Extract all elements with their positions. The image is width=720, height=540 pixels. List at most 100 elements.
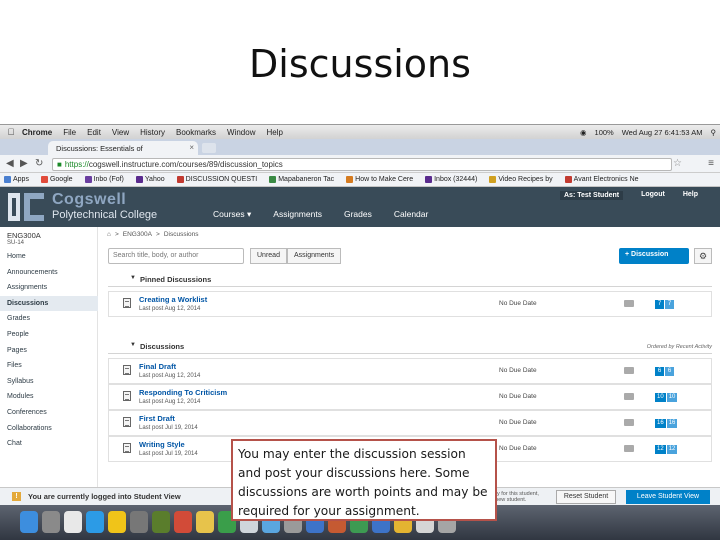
slide-title: Discussions xyxy=(249,42,471,86)
sidebar-list: Home Announcements Assignments Discussio… xyxy=(0,249,98,452)
back-icon[interactable]: ◀ xyxy=(6,158,14,169)
brand-name: Cogswell xyxy=(52,191,127,208)
wifi-icon[interactable]: ◉ xyxy=(580,128,587,137)
nav-assignments[interactable]: Assignments xyxy=(273,209,322,220)
current-user[interactable]: As: Test Student xyxy=(560,191,624,200)
discussion-row[interactable]: Creating a Worklist Last post Aug 12, 20… xyxy=(108,291,712,317)
menu-window[interactable]: Window xyxy=(227,128,255,137)
photos-icon[interactable] xyxy=(130,511,148,533)
nav-courses[interactable]: Courses ▾ xyxy=(213,209,251,220)
discussion-row[interactable]: Responding To Criticism Last post Aug 12… xyxy=(108,384,712,410)
launchpad-icon[interactable] xyxy=(42,511,60,533)
discussion-title[interactable]: First Draft xyxy=(139,414,175,423)
close-tab-icon[interactable]: × xyxy=(189,143,194,152)
apple-icon[interactable]:  xyxy=(0,127,22,137)
bookmark-discussion[interactable]: DISCUSSION QUESTI xyxy=(176,176,257,183)
tab-title: Discussions: Essentials of xyxy=(56,144,143,153)
discussion-row[interactable]: First Draft Last post Jul 19, 2014 No Du… xyxy=(108,410,712,436)
new-tab-button[interactable] xyxy=(202,143,216,153)
document-icon xyxy=(123,298,131,308)
sidebar-item-discussions[interactable]: Discussions xyxy=(0,295,98,312)
discussion-row[interactable]: Final Draft Last post Aug 12, 2014 No Du… xyxy=(108,358,712,384)
menu-bookmarks[interactable]: Bookmarks xyxy=(176,128,216,137)
bookmark-apps[interactable]: Apps xyxy=(4,176,29,183)
search-input[interactable]: Search title, body, or author xyxy=(108,248,244,264)
finder-icon[interactable] xyxy=(20,511,38,533)
safari-icon[interactable] xyxy=(86,511,104,533)
pinned-heading[interactable]: ▼ Pinned Discussions xyxy=(108,272,712,287)
post-counts: 66 xyxy=(655,367,674,376)
bookmark-map[interactable]: Mapabaneron Tac xyxy=(269,176,334,183)
url-bar[interactable]: ■ https://cogswell.instructure.com/course… xyxy=(52,158,672,171)
reset-student-button[interactable]: Reset Student xyxy=(556,490,616,504)
sidebar-item-collaborations[interactable]: Collaborations xyxy=(0,421,98,437)
assignments-filter-button[interactable]: Assignments xyxy=(287,248,342,264)
breadcrumb-course[interactable]: ENG300A xyxy=(123,231,152,238)
nav-calendar[interactable]: Calendar xyxy=(394,209,429,220)
leave-student-view-button[interactable]: Leave Student View xyxy=(626,490,710,504)
menu-edit[interactable]: Edit xyxy=(87,128,101,137)
bookmark-inbox[interactable]: Inbo (Fof) xyxy=(84,176,124,183)
bookmark-star-icon[interactable]: ☆ xyxy=(673,158,682,169)
menu-file[interactable]: File xyxy=(63,128,76,137)
gear-icon[interactable]: ⚙ xyxy=(694,248,712,264)
sidebar-item-grades[interactable]: Grades xyxy=(0,311,98,327)
sidebar-item-pages[interactable]: Pages xyxy=(0,343,98,359)
facetime-icon[interactable] xyxy=(152,511,170,533)
sidebar-item-people[interactable]: People xyxy=(0,327,98,343)
bookmark-recipes[interactable]: Video Recipes by xyxy=(489,176,553,183)
bookmark-howto[interactable]: How to Make Cere xyxy=(346,176,413,183)
student-view-message: You are currently logged into Student Vi… xyxy=(28,492,181,501)
add-discussion-button[interactable]: + Discussion xyxy=(619,248,689,264)
chrome-icon[interactable] xyxy=(108,511,126,533)
browser-tab[interactable]: Discussions: Essentials of × xyxy=(48,141,198,155)
sidebar-item-chat[interactable]: Chat xyxy=(0,436,98,452)
sidebar-item-modules[interactable]: Modules xyxy=(0,389,98,405)
sidebar-item-home[interactable]: Home xyxy=(0,249,98,265)
menu-history[interactable]: History xyxy=(140,128,165,137)
menu-chrome[interactable]: Chrome xyxy=(22,128,52,137)
sidebar-item-files[interactable]: Files xyxy=(0,358,98,374)
menubar-status: ◉ 100% Wed Aug 27 6:41:53 AM ⚲ xyxy=(580,125,716,139)
discussion-title[interactable]: Responding To Criticism xyxy=(139,388,227,397)
main-nav: Courses ▾ Assignments Grades Calendar xyxy=(213,209,428,220)
comment-icon xyxy=(624,300,634,307)
search-icon[interactable]: ⚲ xyxy=(711,128,717,137)
menu-view[interactable]: View xyxy=(112,128,129,137)
document-icon xyxy=(123,365,131,375)
sidebar-item-assignments[interactable]: Assignments xyxy=(0,280,98,296)
course-term: SU-14 xyxy=(7,240,25,246)
discussion-title[interactable]: Final Draft xyxy=(139,362,176,371)
college-logo[interactable] xyxy=(4,189,48,225)
battery-level[interactable]: 100% xyxy=(595,128,614,137)
forward-icon[interactable]: ▶ xyxy=(20,158,28,169)
discussion-title[interactable]: Writing Style xyxy=(139,440,185,449)
nav-grades[interactable]: Grades xyxy=(344,209,372,220)
last-post: Last post Aug 12, 2014 xyxy=(139,306,201,312)
help-link[interactable]: Help xyxy=(683,191,698,200)
reload-icon[interactable]: ↻ xyxy=(35,158,43,169)
home-icon[interactable]: ⌂ xyxy=(107,231,111,238)
menu-help[interactable]: Help xyxy=(266,128,282,137)
sidebar-item-announcements[interactable]: Announcements xyxy=(0,265,98,281)
logout-link[interactable]: Logout xyxy=(641,191,665,200)
sidebar-item-conferences[interactable]: Conferences xyxy=(0,405,98,421)
bookmark-avant[interactable]: Avant Electronics Ne xyxy=(564,176,639,183)
dashboard-icon[interactable] xyxy=(64,511,82,533)
unread-filter-button[interactable]: Unread xyxy=(250,248,287,264)
ordered-by-label: Ordered by Recent Activity xyxy=(646,344,712,350)
sidebar-item-syllabus[interactable]: Syllabus xyxy=(0,374,98,390)
post-counts: 12 12 xyxy=(655,445,678,454)
bookmark-yahoo[interactable]: Yahoo xyxy=(135,176,165,183)
clock[interactable]: Wed Aug 27 6:41:53 AM xyxy=(622,128,703,137)
screenshot:  Chrome File Edit View History Bookmark… xyxy=(0,124,720,540)
chrome-menu-icon[interactable]: ≡ xyxy=(708,158,714,169)
notes-icon[interactable] xyxy=(196,511,214,533)
course-code[interactable]: ENG300A xyxy=(7,231,41,240)
discussions-heading[interactable]: ▼ Discussions Ordered by Recent Activity xyxy=(108,339,712,354)
discussion-title[interactable]: Creating a Worklist xyxy=(139,295,207,304)
bookmark-google[interactable]: Google xyxy=(40,176,73,183)
bookmark-yahoo-inbox[interactable]: Inbox (32444) xyxy=(425,176,477,183)
due-date: No Due Date xyxy=(499,445,537,452)
calendar-icon[interactable] xyxy=(174,511,192,533)
